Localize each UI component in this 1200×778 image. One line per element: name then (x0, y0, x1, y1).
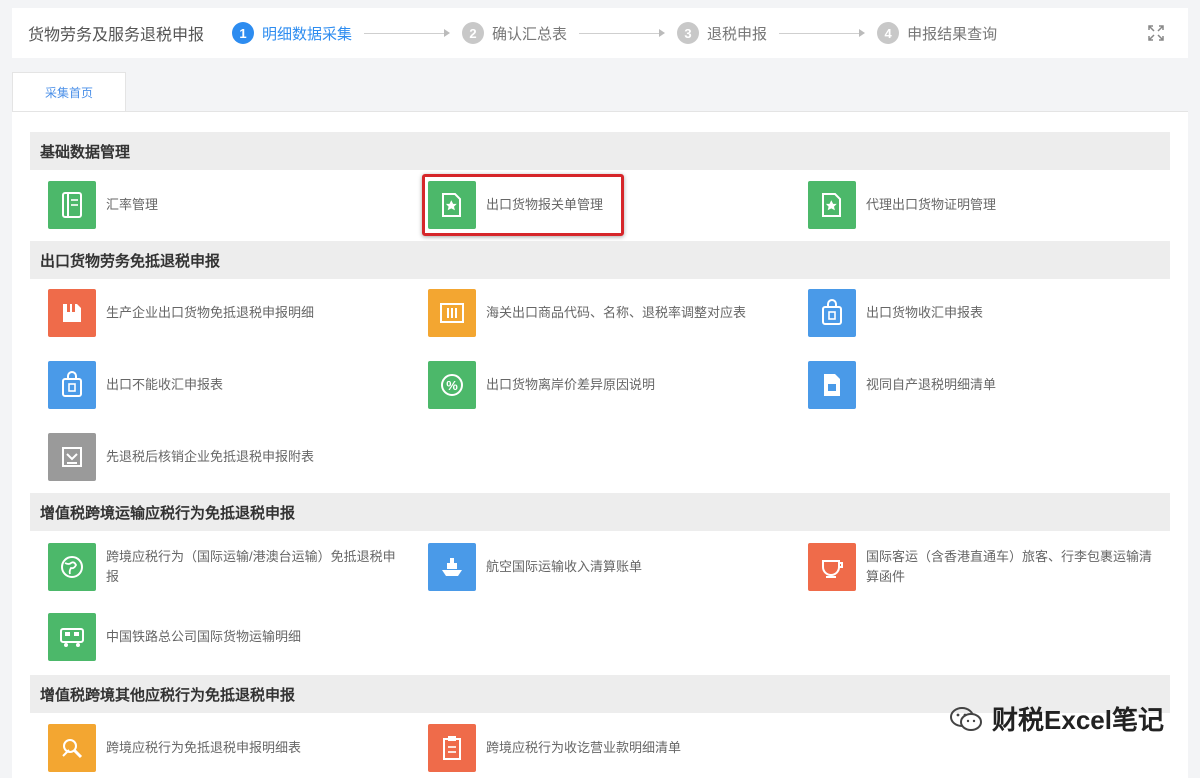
percent-icon: % (428, 361, 476, 409)
book-icon (48, 181, 96, 229)
file-icon (808, 361, 856, 409)
step-label: 确认汇总表 (492, 25, 568, 43)
fullscreen-icon[interactable] (1146, 23, 1166, 43)
menu-item-label: 国际客运（含香港直通车）旅客、行李包裹运输清算函件 (866, 549, 1153, 584)
menu-item-deemed-self-produced[interactable]: 视同自产退税明细清单 (808, 360, 996, 410)
menu-item-label: 代理出口货物证明管理 (866, 197, 997, 212)
tools-icon (48, 724, 96, 772)
step-label: 退税申报 (707, 25, 768, 43)
section-header-export-refund: 出口货物劳务免抵退税申报 (30, 241, 1170, 279)
menu-item-international-transport[interactable]: 跨境应税行为（国际运输/港澳台运输）免抵退税申报 (48, 542, 396, 592)
menu-item-refund-before-verify[interactable]: 先退税后核销企业免抵退税申报附表 (48, 432, 314, 482)
menu-item-label: 跨境应税行为免抵退税申报明细表 (106, 740, 302, 755)
menu-item-label: 汇率管理 (106, 197, 159, 212)
step-arrow (579, 29, 666, 37)
menu-item-production-detail[interactable]: 生产企业出口货物免抵退税申报明细 (48, 288, 314, 338)
menu-item-forex-receipt[interactable]: 出口货物收汇申报表 (808, 288, 983, 338)
menu-item-railway-transport[interactable]: 中国铁路总公司国际货物运输明细 (48, 612, 301, 662)
menu-item-label: 视同自产退税明细清单 (866, 377, 997, 392)
table-icon (428, 289, 476, 337)
step-label: 明细数据采集 (262, 25, 353, 43)
step-number: 2 (462, 22, 485, 44)
folder-icon (48, 289, 96, 337)
menu-item-label: 跨境应税行为收讫营业款明细清单 (486, 740, 682, 755)
wechat-icon (950, 706, 983, 731)
step-2[interactable]: 2 确认汇总表 (462, 22, 567, 44)
cup-icon (808, 543, 856, 591)
train-icon (48, 613, 96, 661)
svg-text:%: % (446, 378, 458, 393)
section-header-cross-border-transport: 增值税跨境运输应税行为免抵退税申报 (30, 493, 1170, 531)
menu-item-cross-border-revenue[interactable]: 跨境应税行为收讫营业款明细清单 (428, 723, 681, 773)
menu-item-label: 先退税后核销企业免抵退税申报附表 (106, 449, 315, 464)
globe-icon (48, 543, 96, 591)
highlight-box (422, 174, 624, 236)
menu-item-no-forex[interactable]: 出口不能收汇申报表 (48, 360, 223, 410)
menu-item-air-transport-bill[interactable]: 航空国际运输收入清算账单 (428, 542, 642, 592)
menu-item-label: 出口货物收汇申报表 (866, 305, 984, 320)
menu-item-label: 跨境应税行为（国际运输/港澳台运输）免抵退税申报 (106, 549, 396, 584)
menu-item-label: 出口不能收汇申报表 (106, 377, 224, 392)
ship-icon (428, 543, 476, 591)
step-arrow (364, 29, 451, 37)
page-title: 货物劳务及服务退税申报 (28, 27, 205, 44)
menu-item-label: 出口货物离岸价差异原因说明 (486, 377, 656, 392)
menu-item-fob-difference[interactable]: % 出口货物离岸价差异原因说明 (428, 360, 655, 410)
step-4[interactable]: 4 申报结果查询 (877, 22, 997, 44)
tab-collection-home[interactable]: 采集首页 (12, 72, 126, 112)
menu-item-label: 海关出口商品代码、名称、退税率调整对应表 (486, 305, 747, 320)
menu-item-exchange-rate[interactable]: 汇率管理 (48, 180, 158, 230)
step-number: 4 (877, 22, 900, 44)
step-number: 3 (677, 22, 700, 44)
inbox-icon (48, 433, 96, 481)
bag-icon (808, 289, 856, 337)
step-label: 申报结果查询 (907, 25, 998, 43)
step-1[interactable]: 1 明细数据采集 (232, 22, 352, 44)
main-panel: 基础数据管理 汇率管理 出口货物报关单管理 代理出口货物证明管理 出口货物劳务免… (12, 111, 1188, 778)
menu-item-label: 生产企业出口货物免抵退税申报明细 (106, 305, 315, 320)
wizard-bar: 货物劳务及服务退税申报 1 明细数据采集 2 确认汇总表 3 退税申报 4 申报… (12, 8, 1188, 58)
menu-item-customs-code-table[interactable]: 海关出口商品代码、名称、退税率调整对应表 (428, 288, 766, 338)
menu-item-label: 中国铁路总公司国际货物运输明细 (106, 629, 302, 644)
bag-icon (48, 361, 96, 409)
watermark-text: 财税Excel笔记 (992, 705, 1164, 735)
menu-item-passenger-transport[interactable]: 国际客运（含香港直通车）旅客、行李包裹运输清算函件 (808, 542, 1156, 592)
watermark: 财税Excel笔记 (948, 700, 1164, 737)
step-3[interactable]: 3 退税申报 (677, 22, 767, 44)
section-header-basic-data: 基础数据管理 (30, 132, 1170, 170)
clipboard-icon (428, 724, 476, 772)
document-star-icon (808, 181, 856, 229)
step-arrow (779, 29, 866, 37)
menu-item-label: 航空国际运输收入清算账单 (486, 559, 643, 574)
menu-item-cross-border-detail[interactable]: 跨境应税行为免抵退税申报明细表 (48, 723, 301, 773)
menu-item-agent-export-cert[interactable]: 代理出口货物证明管理 (808, 180, 996, 230)
step-number: 1 (232, 22, 255, 44)
